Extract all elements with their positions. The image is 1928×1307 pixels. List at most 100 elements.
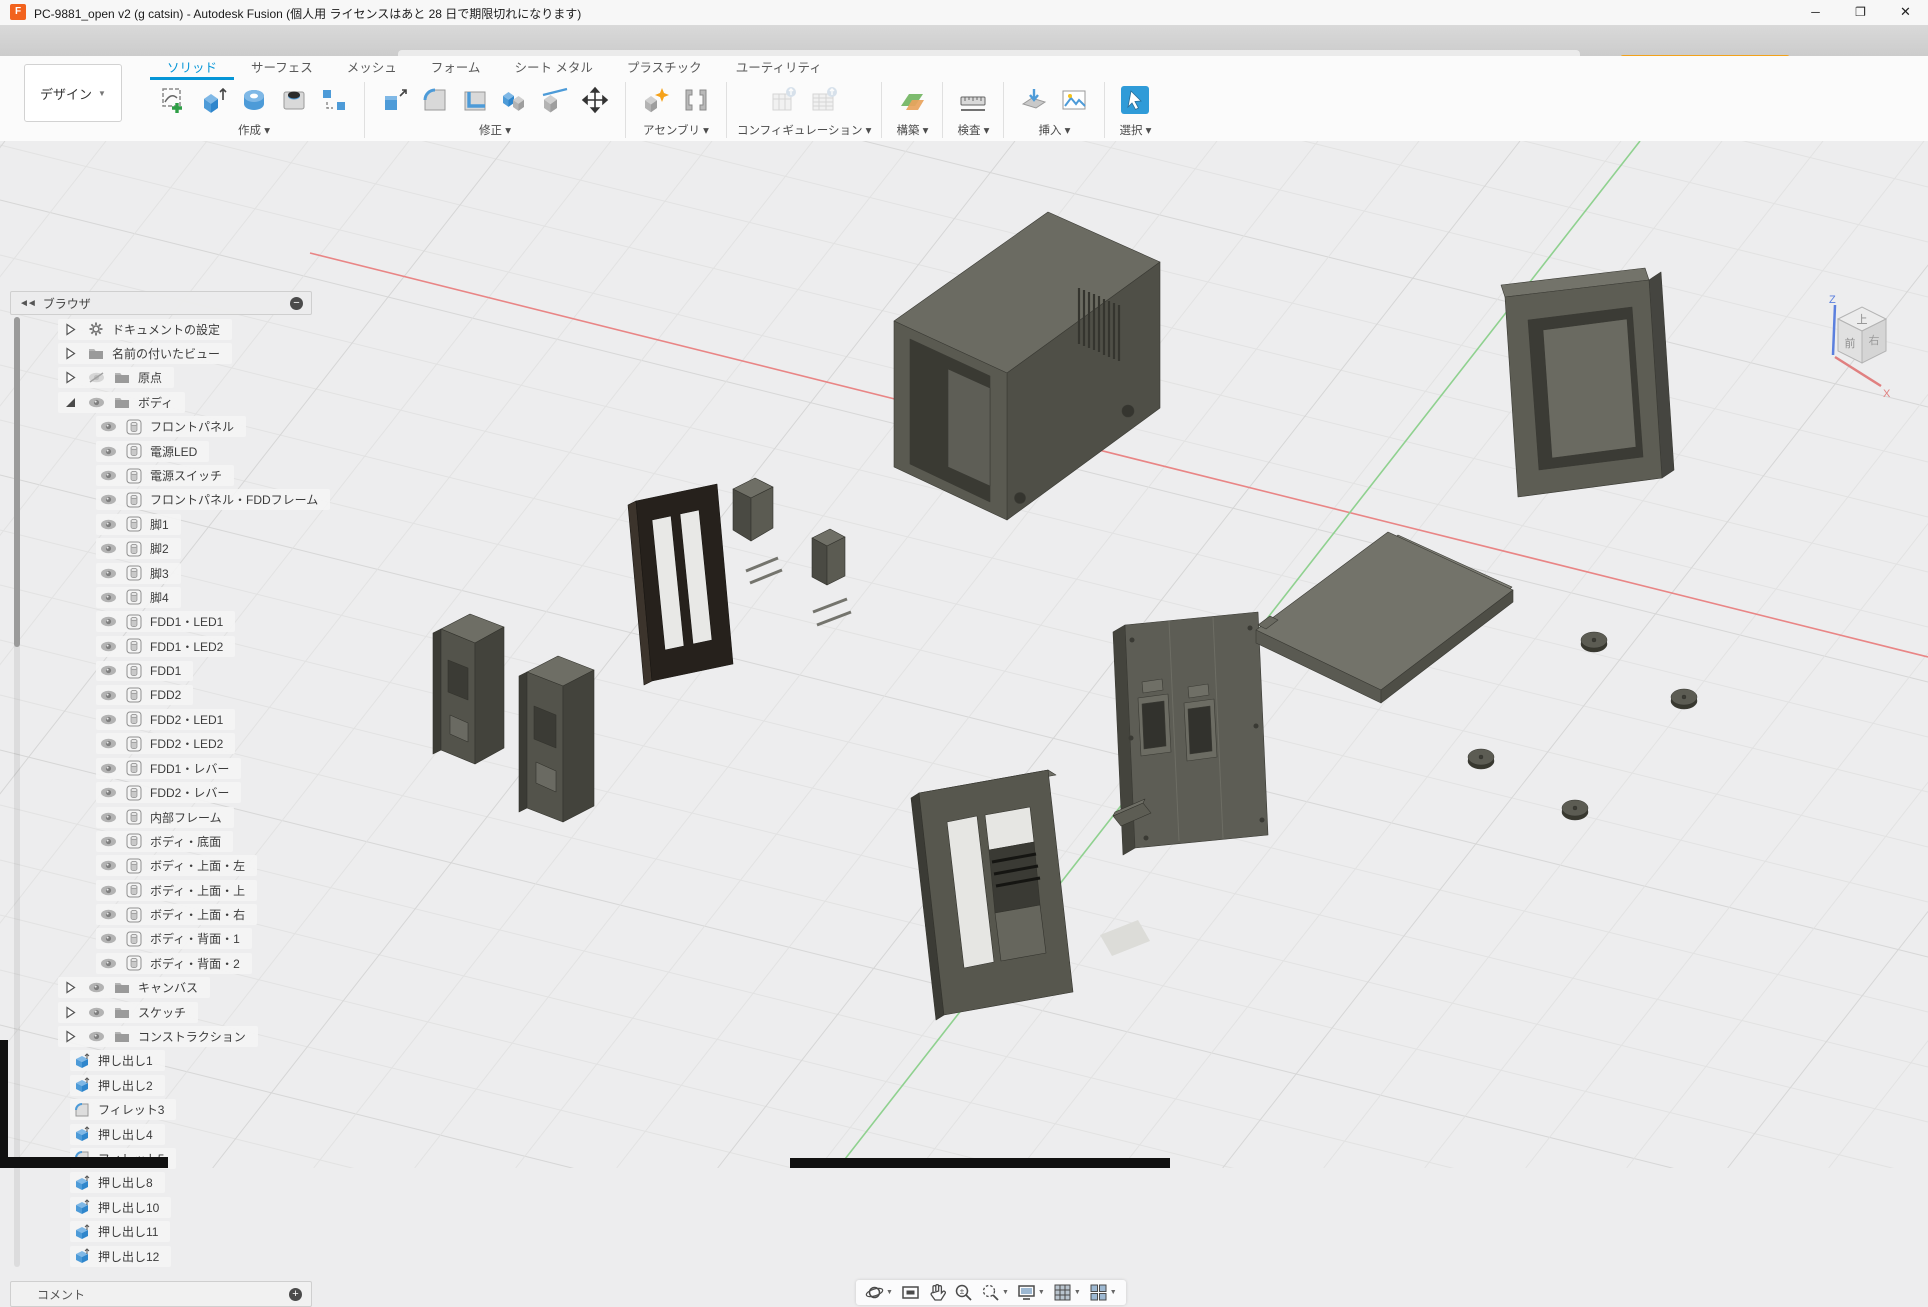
tree-expand-icon[interactable] — [60, 1006, 80, 1019]
comment-bar[interactable]: コメント + — [10, 1281, 312, 1307]
visibility-eye-icon[interactable] — [86, 1031, 106, 1042]
visibility-eye-icon[interactable] — [98, 958, 118, 969]
browser-row-押し出し11[interactable]: 押し出し11 — [10, 1219, 330, 1243]
visibility-eye-icon[interactable] — [86, 397, 106, 408]
browser-row-押し出し4[interactable]: 押し出し4 — [10, 1122, 330, 1146]
browser-row-フィレット3[interactable]: フィレット3 — [10, 1098, 330, 1122]
zoom-icon[interactable]: ± — [951, 1282, 976, 1304]
browser-row-押し出し8[interactable]: 押し出し8 — [10, 1171, 330, 1195]
browser-row-電源LED[interactable]: 電源LED — [10, 439, 330, 463]
ribbon-group-label[interactable]: 作成 ▾ — [238, 122, 270, 138]
visibility-eye-icon[interactable] — [98, 787, 118, 798]
browser-row-スケッチ[interactable]: スケッチ — [10, 1000, 330, 1024]
close-button[interactable]: ✕ — [1883, 0, 1928, 25]
tree-expand-icon[interactable] — [60, 981, 80, 994]
configuration-table-icon[interactable] — [804, 81, 844, 119]
browser-row-ボディ・底面[interactable]: ボディ・底面 — [10, 829, 330, 853]
browser-row-脚4[interactable]: 脚4 — [10, 585, 330, 609]
press-pull-icon[interactable] — [375, 81, 415, 119]
browser-row-脚3[interactable]: 脚3 — [10, 561, 330, 585]
ribbon-group-label[interactable]: 修正 ▾ — [479, 122, 511, 138]
visibility-eye-icon[interactable] — [98, 690, 118, 701]
view-cube[interactable]: 上 前 右 Z X — [1800, 289, 1920, 414]
body-rear-bezel[interactable] — [1501, 268, 1674, 497]
ribbon-tab-7[interactable]: ユーティリティ — [719, 58, 839, 80]
browser-row-ボディ・背面・2[interactable]: ボディ・背面・2 — [10, 951, 330, 975]
visibility-eye-icon[interactable] — [98, 641, 118, 652]
visibility-eye-icon[interactable] — [98, 494, 118, 505]
create-sketch-icon[interactable] — [154, 81, 194, 119]
tree-expand-icon[interactable] — [60, 1030, 80, 1043]
browser-row-フロントパネル・FDDフレーム[interactable]: フロントパネル・FDDフレーム — [10, 488, 330, 512]
visibility-eye-icon[interactable] — [98, 738, 118, 749]
browser-row-脚1[interactable]: 脚1 — [10, 512, 330, 536]
viewports-icon[interactable]: ▼ — [1086, 1282, 1120, 1304]
visibility-eye-icon[interactable] — [98, 665, 118, 676]
insert-derive-icon[interactable] — [1014, 81, 1054, 119]
ribbon-tab-4[interactable]: フォーム — [414, 58, 498, 80]
browser-panel-header[interactable]: ◄◄ ブラウザ − — [10, 291, 312, 315]
pattern-icon[interactable] — [314, 81, 354, 119]
browser-row-FDD1[interactable]: FDD1 — [10, 658, 330, 682]
visibility-eye-icon[interactable] — [98, 909, 118, 920]
body-feet[interactable] — [1468, 632, 1697, 820]
browser-row-ボディ・背面・1[interactable]: ボディ・背面・1 — [10, 927, 330, 951]
shell-icon[interactable] — [455, 81, 495, 119]
viewport-canvas[interactable]: 上 前 右 Z X ◄◄ ブラウザ − ドキュメントの設定名前の付いたビュー原点… — [0, 141, 1928, 1168]
visibility-eye-icon[interactable] — [98, 933, 118, 944]
panel-collapse-icon[interactable]: ◄◄ — [19, 298, 35, 309]
browser-row-押し出し10[interactable]: 押し出し10 — [10, 1195, 330, 1219]
ribbon-tab-2[interactable]: サーフェス — [234, 58, 330, 80]
browser-row-FDD2・LED1[interactable]: FDD2・LED1 — [10, 707, 330, 731]
browser-row-FDD1・LED2[interactable]: FDD1・LED2 — [10, 634, 330, 658]
joint-icon[interactable] — [676, 81, 716, 119]
ribbon-group-label[interactable]: 選択 ▾ — [1119, 122, 1151, 138]
browser-row-押し出し12[interactable]: 押し出し12 — [10, 1244, 330, 1268]
visibility-eye-icon[interactable] — [98, 860, 118, 871]
display-settings-icon[interactable]: ▼ — [1014, 1282, 1048, 1304]
minimize-button[interactable]: ─ — [1793, 0, 1838, 25]
tree-expand-icon[interactable] — [60, 347, 80, 360]
browser-row-FDD2[interactable]: FDD2 — [10, 683, 330, 707]
pan-icon[interactable] — [925, 1282, 949, 1304]
browser-row-ボディ・上面・上[interactable]: ボディ・上面・上 — [10, 878, 330, 902]
visibility-eye-icon[interactable] — [98, 763, 118, 774]
visibility-eye-icon[interactable] — [98, 470, 118, 481]
browser-row-FDD2・レバー[interactable]: FDD2・レバー — [10, 780, 330, 804]
maximize-button[interactable]: ❐ — [1838, 0, 1883, 25]
browser-row-FDD2・LED2[interactable]: FDD2・LED2 — [10, 732, 330, 756]
browser-row-ボディ・上面・右[interactable]: ボディ・上面・右 — [10, 902, 330, 926]
visibility-eye-icon[interactable] — [98, 812, 118, 823]
insert-canvas-icon[interactable] — [1054, 81, 1094, 119]
extrude-icon[interactable] — [194, 81, 234, 119]
visibility-eye-icon[interactable] — [98, 836, 118, 847]
browser-row-電源スイッチ[interactable]: 電源スイッチ — [10, 463, 330, 487]
visibility-eye-icon[interactable] — [98, 568, 118, 579]
body-case-shell[interactable] — [894, 212, 1160, 520]
revolve-icon[interactable] — [234, 81, 274, 119]
visibility-eye-icon[interactable] — [98, 885, 118, 896]
visibility-eye-icon[interactable] — [98, 714, 118, 725]
measure-icon[interactable] — [953, 81, 993, 119]
visibility-eye-icon[interactable] — [86, 982, 106, 993]
ribbon-tab-6[interactable]: プラスチック — [610, 58, 719, 80]
move-copy-icon[interactable] — [575, 81, 615, 119]
browser-row-内部フレーム[interactable]: 内部フレーム — [10, 805, 330, 829]
browser-row-原点[interactable]: 原点 — [10, 366, 330, 390]
tree-expand-icon[interactable] — [60, 371, 80, 384]
body-power-switch[interactable] — [733, 478, 773, 541]
panel-minimize-icon[interactable]: − — [290, 297, 303, 310]
select-icon[interactable] — [1115, 81, 1155, 119]
ribbon-group-label[interactable]: アセンブリ ▾ — [643, 122, 709, 138]
body-fdd2[interactable] — [519, 656, 594, 822]
browser-row-ドキュメントの設定[interactable]: ドキュメントの設定 — [10, 317, 330, 341]
visibility-eye-icon[interactable] — [98, 421, 118, 432]
visibility-eye-icon[interactable] — [98, 616, 118, 627]
visibility-eye-icon[interactable] — [98, 519, 118, 530]
browser-row-押し出し2[interactable]: 押し出し2 — [10, 1073, 330, 1097]
look-at-icon[interactable] — [898, 1282, 923, 1304]
browser-row-FDD1・LED1[interactable]: FDD1・LED1 — [10, 610, 330, 634]
ribbon-tab-5[interactable]: シート メタル — [497, 58, 609, 80]
tree-expand-icon[interactable] — [60, 323, 80, 336]
construction-plane-icon[interactable] — [892, 81, 932, 119]
